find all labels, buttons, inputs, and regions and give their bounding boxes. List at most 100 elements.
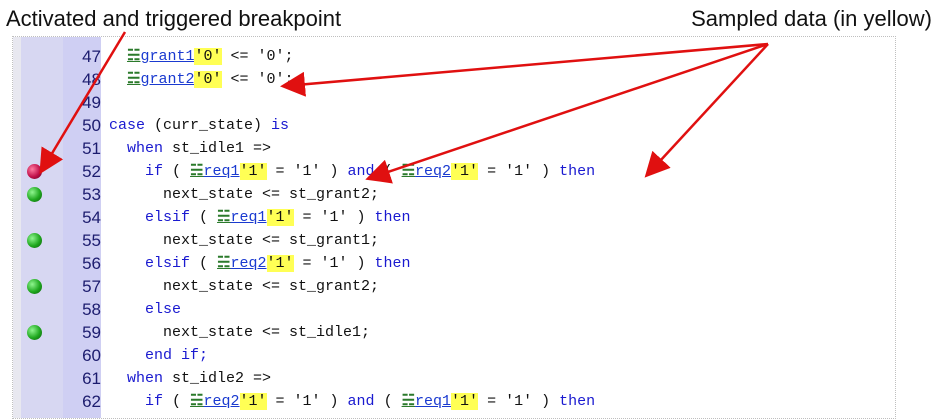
code-text: and bbox=[347, 393, 375, 410]
code-line[interactable]: elsif ( ☵req1'1' = '1' ) then bbox=[109, 206, 411, 229]
sampled-value: '1' bbox=[451, 393, 479, 410]
code-text: st_idle1 => bbox=[163, 140, 272, 157]
line-number: 48 bbox=[82, 70, 101, 89]
code-line[interactable]: elsif ( ☵req2'1' = '1' ) then bbox=[109, 252, 411, 275]
code-text: is bbox=[271, 117, 290, 134]
code-line[interactable]: ☵grant1'0' <= '0'; bbox=[109, 45, 294, 68]
sampled-value: '1' bbox=[239, 163, 267, 180]
signal-link[interactable]: req1 bbox=[231, 209, 267, 226]
code-line[interactable]: if ( ☵req2'1' = '1' ) and ( ☵req1'1' = '… bbox=[109, 390, 595, 413]
probe-glasses-icon[interactable]: ☵ bbox=[402, 163, 415, 180]
line-number: 61 bbox=[82, 369, 101, 388]
code-text: = '1' ) bbox=[478, 393, 560, 410]
code-line[interactable]: end if; bbox=[109, 344, 208, 367]
signal-link[interactable]: grant2 bbox=[140, 71, 194, 88]
line-number: 62 bbox=[82, 392, 101, 411]
code-line[interactable]: case (curr_state) is bbox=[109, 114, 289, 137]
code-line[interactable]: ☵grant2'0' <= '0'; bbox=[109, 68, 294, 91]
probe-glasses-icon[interactable]: ☵ bbox=[190, 393, 203, 410]
code-text: = '1' ) bbox=[266, 163, 348, 180]
code-text: <= '0'; bbox=[221, 48, 294, 65]
code-text: if bbox=[145, 393, 164, 410]
sampled-value: '0' bbox=[194, 48, 222, 65]
code-text: elsif bbox=[145, 255, 191, 272]
line-number: 52 bbox=[82, 162, 101, 181]
code-text: next_state <= st_grant2; bbox=[109, 278, 380, 295]
code-text: when bbox=[127, 140, 164, 157]
signal-link[interactable]: req1 bbox=[204, 163, 240, 180]
triggered-breakpoint-icon[interactable] bbox=[27, 164, 42, 179]
line-number: 50 bbox=[82, 116, 101, 135]
code-text: then bbox=[559, 393, 596, 410]
editor-left-margin bbox=[13, 37, 21, 418]
probe-glasses-icon[interactable]: ☵ bbox=[190, 163, 203, 180]
code-line[interactable]: when st_idle1 => bbox=[109, 137, 271, 160]
code-text: next_state <= st_grant2; bbox=[109, 186, 380, 203]
code-text: st_idle2 => bbox=[163, 370, 272, 387]
code-line[interactable]: if ( ☵req1'1' = '1' ) and ( ☵req2'1' = '… bbox=[109, 160, 595, 183]
probe-glasses-icon[interactable]: ☵ bbox=[217, 209, 230, 226]
code-text: else bbox=[145, 301, 182, 318]
code-text: ( bbox=[190, 255, 218, 272]
code-line[interactable]: next_state <= st_idle1; bbox=[109, 321, 370, 344]
code-text: then bbox=[559, 163, 596, 180]
code-text: if bbox=[145, 163, 164, 180]
code-text: next_state <= st_grant1; bbox=[109, 232, 380, 249]
signal-link[interactable]: req1 bbox=[415, 393, 451, 410]
breakpoint-icon[interactable] bbox=[27, 325, 42, 340]
sampled-value: '1' bbox=[266, 255, 294, 272]
breakpoint-icon[interactable] bbox=[27, 233, 42, 248]
code-line[interactable]: next_state <= st_grant2; bbox=[109, 275, 379, 298]
code-line[interactable]: else bbox=[109, 298, 181, 321]
code-text: then bbox=[374, 209, 411, 226]
code-editor[interactable]: 47 ☵grant1'0' <= '0'; 48 ☵grant2'0' <= '0… bbox=[12, 36, 896, 419]
line-number: 47 bbox=[82, 47, 101, 66]
sampled-value: '1' bbox=[266, 209, 294, 226]
code-text: <= '0'; bbox=[221, 71, 294, 88]
breakpoint-gutter[interactable] bbox=[21, 37, 63, 418]
code-line[interactable]: next_state <= st_grant2; bbox=[109, 183, 379, 206]
probe-glasses-icon[interactable]: ☵ bbox=[127, 71, 140, 88]
code-text: when bbox=[127, 370, 164, 387]
line-number: 58 bbox=[82, 300, 101, 319]
probe-glasses-icon[interactable]: ☵ bbox=[402, 393, 415, 410]
signal-link[interactable]: req2 bbox=[231, 255, 267, 272]
code-text: = '1' ) bbox=[293, 209, 375, 226]
code-text: = '1' ) bbox=[293, 255, 375, 272]
signal-link[interactable]: req2 bbox=[415, 163, 451, 180]
code-text: end if; bbox=[145, 347, 209, 364]
code-text: ( bbox=[374, 163, 402, 180]
code-text: (curr_state) bbox=[145, 117, 272, 134]
probe-glasses-icon[interactable]: ☵ bbox=[127, 48, 140, 65]
code-text: and bbox=[347, 163, 375, 180]
breakpoint-icon[interactable] bbox=[27, 279, 42, 294]
breakpoint-icon[interactable] bbox=[27, 187, 42, 202]
code-text: then bbox=[374, 255, 411, 272]
code-text: ( bbox=[374, 393, 402, 410]
line-number: 57 bbox=[82, 277, 101, 296]
sampled-value: '1' bbox=[239, 393, 267, 410]
signal-link[interactable]: req2 bbox=[204, 393, 240, 410]
breakpoint-annotation-label: Activated and triggered breakpoint bbox=[6, 6, 342, 31]
code-text: = '1' ) bbox=[266, 393, 348, 410]
signal-link[interactable]: grant1 bbox=[140, 48, 194, 65]
code-line[interactable]: next_state <= st_grant1; bbox=[109, 229, 379, 252]
line-number: 53 bbox=[82, 185, 101, 204]
probe-glasses-icon[interactable]: ☵ bbox=[217, 255, 230, 272]
code-text: next_state <= st_idle1; bbox=[109, 324, 371, 341]
code-text: = '1' ) bbox=[478, 163, 560, 180]
line-number: 51 bbox=[82, 139, 101, 158]
line-number: 49 bbox=[82, 93, 101, 112]
line-number: 56 bbox=[82, 254, 101, 273]
code-line[interactable]: when st_idle2 => bbox=[109, 367, 271, 390]
